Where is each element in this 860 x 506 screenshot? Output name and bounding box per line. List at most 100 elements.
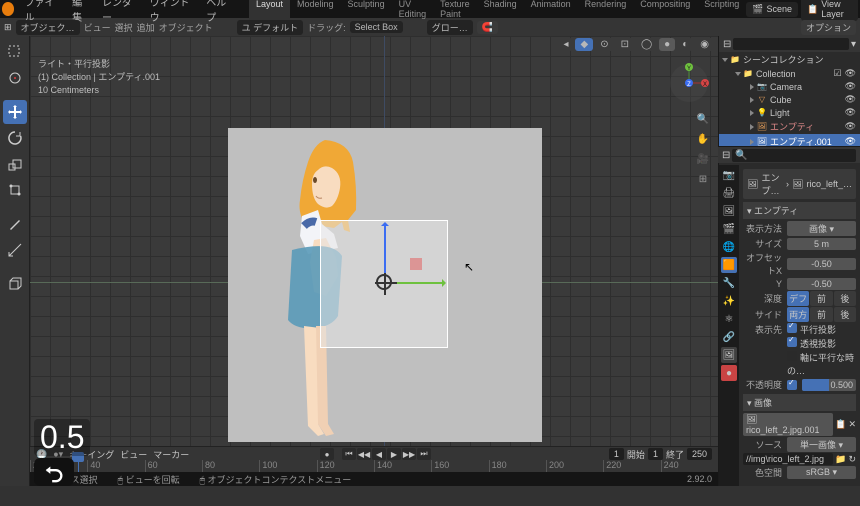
file-browse-icon[interactable]: 📁 (835, 454, 846, 465)
mode-selector[interactable]: オブジェク… (16, 20, 80, 35)
menu-select[interactable]: 選択 (115, 21, 133, 34)
tl-jump-end[interactable]: ⏭ (417, 448, 431, 460)
side-both[interactable]: 両方 (787, 307, 809, 322)
orientation-select[interactable]: ユ デフォルト (237, 20, 304, 35)
nav-gizmo[interactable]: Y X Z (668, 62, 710, 104)
tree-scene-collection[interactable]: 📁シーンコレクション (719, 52, 860, 67)
tree-camera[interactable]: 📷Camera👁 (719, 80, 860, 93)
tl-playhead[interactable] (78, 460, 79, 472)
opacity-slider[interactable]: 0.500 (802, 379, 856, 391)
tree-cube[interactable]: ▽Cube👁 (719, 93, 860, 106)
snap-toggle[interactable]: 🧲 (477, 21, 498, 34)
file-reload-icon[interactable]: ↻ (848, 454, 856, 465)
vp-shading-material[interactable]: ◐ (677, 38, 693, 51)
tl-start-frame[interactable]: 1 (648, 448, 663, 460)
tool-annotate[interactable] (3, 212, 27, 236)
tool-select[interactable] (3, 40, 27, 64)
tl-current-frame[interactable]: 1 (609, 448, 624, 460)
menu-object[interactable]: オブジェクト (159, 21, 213, 34)
transform-orient[interactable]: グロー… (427, 20, 473, 35)
options-popover[interactable]: オプション (801, 20, 856, 35)
filepath-field[interactable]: //img\rico_left_2.jpg (743, 453, 833, 465)
video-back-button[interactable] (34, 458, 74, 486)
image-new-icon[interactable]: 📋 (835, 419, 846, 430)
source-select[interactable]: 単一画像 ▾ (787, 437, 856, 452)
viewlayer-selector[interactable]: 📋View Layer (801, 0, 858, 21)
vp-overlay-toggle[interactable]: ⊙ (595, 38, 613, 51)
vp-gizmo-toggle[interactable]: ◆ (575, 38, 593, 51)
tl-prev-key[interactable]: ◀◀ (357, 448, 371, 460)
tab-scripting[interactable]: Scripting (697, 0, 746, 21)
depth-front[interactable]: 前 (810, 291, 832, 306)
tl-autokey[interactable]: ● (320, 448, 334, 460)
tool-transform[interactable] (3, 178, 27, 202)
ptab-constraint[interactable]: 🔗 (721, 329, 737, 345)
vp-shading-solid[interactable]: ● (659, 38, 675, 51)
ptab-particles[interactable]: ✨ (721, 293, 737, 309)
tl-end-frame[interactable]: 250 (687, 448, 712, 460)
tree-collection[interactable]: 📁Collection☑👁 (719, 67, 860, 80)
tab-uvediting[interactable]: UV Editing (392, 0, 434, 21)
ptab-object[interactable]: 🟧 (721, 257, 737, 273)
gizmo-xy-plane[interactable] (410, 258, 422, 270)
tl-play[interactable]: ▶ (387, 448, 401, 460)
outliner-search[interactable] (733, 38, 849, 50)
tool-rotate[interactable] (3, 126, 27, 150)
chk-persp[interactable] (787, 337, 797, 347)
offsetx-field[interactable]: -0.50 (787, 258, 856, 270)
vp-shading-wire[interactable]: ◯ (636, 38, 657, 51)
tab-compositing[interactable]: Compositing (633, 0, 697, 21)
ptab-viewlayer[interactable]: 🖼 (721, 203, 737, 219)
vp-pan-icon[interactable]: ✋ (694, 130, 712, 148)
vp-select-visible[interactable]: ◂ (558, 38, 573, 51)
props-breadcrumb[interactable]: 🖼エンプ…›🖼rico_left_… (743, 169, 856, 199)
tl-jump-start[interactable]: ⏮ (342, 448, 356, 460)
vp-shading-rendered[interactable]: ◉ (695, 38, 714, 51)
tree-light[interactable]: 💡Light👁 (719, 106, 860, 119)
ptab-modifier[interactable]: 🔧 (721, 275, 737, 291)
colorspace-select[interactable]: sRGB ▾ (787, 466, 856, 479)
menu-view[interactable]: ビュー (84, 21, 111, 34)
drag-tool[interactable]: Select Box (350, 21, 403, 33)
tl-menu-marker[interactable]: マーカー (153, 448, 189, 461)
tl-next-key[interactable]: ▶▶ (402, 448, 416, 460)
menu-add[interactable]: 追加 (137, 21, 155, 34)
section-image[interactable]: ▾ 画像 (743, 394, 856, 411)
tab-texturepaint[interactable]: Texture Paint (433, 0, 477, 21)
chk-opacity[interactable] (787, 380, 797, 390)
depth-back[interactable]: 後 (834, 291, 856, 306)
tool-move[interactable] (3, 100, 27, 124)
depth-default[interactable]: デフ (787, 291, 809, 306)
scene-selector[interactable]: 🎬Scene (746, 2, 798, 17)
image-datablock[interactable]: 🖼 rico_left_2.jpg.001 (743, 413, 833, 436)
tree-empty2[interactable]: 🖼エンプティ.001👁 (719, 134, 860, 146)
ptab-physics[interactable]: ⚛ (721, 311, 737, 327)
tool-cursor[interactable] (3, 66, 27, 90)
vp-camera-icon[interactable]: 🎥 (694, 150, 712, 168)
viewport-3d[interactable]: ライト・平行投影 (1) Collection | エンプティ.001 10 C… (30, 36, 718, 486)
tl-menu-view[interactable]: ビュー (120, 448, 147, 461)
tl-play-rev[interactable]: ◀ (372, 448, 386, 460)
tab-shading[interactable]: Shading (477, 0, 524, 21)
props-type-icon[interactable]: ⊟ (722, 150, 730, 161)
tool-addcube[interactable] (3, 272, 27, 296)
outliner-filter-icon[interactable]: ▾ (851, 39, 856, 50)
tl-ruler[interactable]: 2040 6080 100120 140160 180200 220240 (30, 460, 718, 472)
vp-zoom-icon[interactable]: 🔍 (694, 110, 712, 128)
ptab-material[interactable]: ● (721, 365, 737, 381)
side-back[interactable]: 後 (834, 307, 856, 322)
tab-modeling[interactable]: Modeling (290, 0, 341, 21)
tool-measure[interactable] (3, 238, 27, 262)
ptab-data[interactable]: 🖼 (721, 347, 737, 363)
gizmo-center[interactable] (376, 274, 392, 290)
tab-rendering[interactable]: Rendering (578, 0, 634, 21)
chk-ortho[interactable] (787, 323, 797, 333)
ptab-render[interactable]: 📷 (721, 167, 737, 183)
editor-type-icon[interactable]: ⊞ (4, 22, 12, 33)
tab-layout[interactable]: Layout (249, 0, 290, 21)
size-field[interactable]: 5 m (787, 238, 856, 250)
display-mode[interactable]: 画像 ▾ (787, 221, 856, 236)
ptab-output[interactable]: 🖨 (721, 185, 737, 201)
section-empty[interactable]: ▾ エンプティ (743, 202, 856, 219)
vp-xray[interactable]: ⊡ (616, 38, 634, 51)
